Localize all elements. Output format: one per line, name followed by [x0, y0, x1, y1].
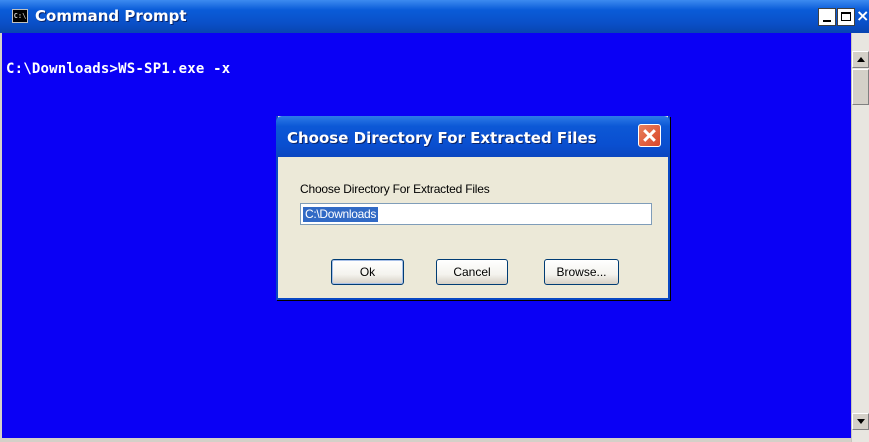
dialog-title: Choose Directory For Extracted Files: [287, 129, 597, 147]
minimize-button[interactable]: [818, 8, 836, 26]
choose-directory-dialog: Choose Directory For Extracted Files Cho…: [276, 116, 670, 300]
scroll-down-arrow-icon[interactable]: [852, 413, 869, 430]
cmd-icon[interactable]: C:\: [12, 9, 28, 23]
directory-field-label: Choose Directory For Extracted Files: [300, 182, 490, 196]
dialog-close-button[interactable]: [638, 124, 661, 147]
browse-button[interactable]: Browse...: [544, 259, 619, 285]
command-prompt-titlebar[interactable]: C:\ Command Prompt ×: [0, 0, 869, 33]
close-button[interactable]: ×: [856, 6, 869, 25]
directory-input[interactable]: [300, 203, 652, 225]
vertical-scrollbar[interactable]: [851, 33, 869, 442]
console-command-line: C:\Downloads>WS-SP1.exe -x: [6, 61, 231, 77]
scroll-up-arrow-icon[interactable]: [852, 51, 869, 68]
window-title: Command Prompt: [35, 7, 187, 25]
ok-button[interactable]: Ok: [331, 259, 404, 285]
cancel-button[interactable]: Cancel: [436, 259, 508, 285]
scroll-thumb[interactable]: [852, 69, 869, 105]
dialog-titlebar[interactable]: Choose Directory For Extracted Files: [276, 116, 670, 157]
maximize-button[interactable]: [837, 8, 855, 26]
